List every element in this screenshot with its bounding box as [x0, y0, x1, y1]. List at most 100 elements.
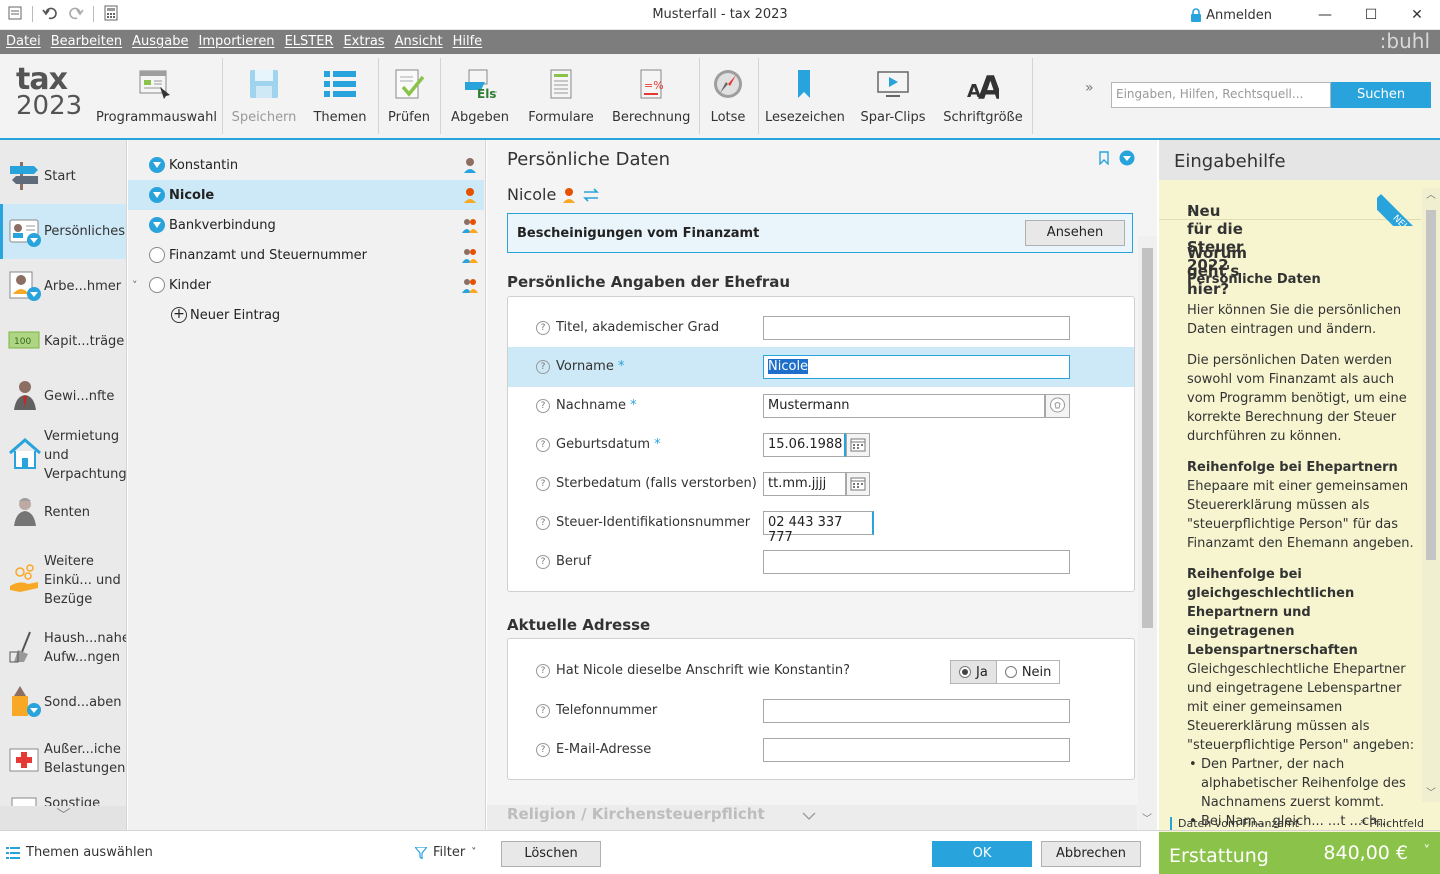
sidebar-scroll-down-icon[interactable]: ﹀ [0, 806, 126, 830]
lotse-button[interactable]: Lotse [704, 54, 752, 138]
abbrechen-button[interactable]: Abbrechen [1041, 841, 1141, 867]
tree-item-kinder[interactable]: ˅ Kinder [128, 270, 484, 300]
titel-input[interactable] [763, 316, 1070, 340]
sidebar-item-start[interactable]: Start [0, 156, 126, 196]
tree-item-nicole[interactable]: Nicole [128, 180, 484, 210]
help-question-icon[interactable]: ? [536, 321, 550, 335]
tree-item-konstantin[interactable]: Konstantin [128, 150, 484, 180]
section-religion-collapsed[interactable]: Religion / Kirchensteuerpflicht [487, 805, 1137, 830]
help-question-icon[interactable]: ? [536, 477, 550, 491]
abgeben-button[interactable]: Elst Abgeben [447, 54, 513, 138]
scrollbar-thumb[interactable] [1426, 210, 1436, 560]
tree-item-finanzamt[interactable]: Finanzamt und Steuernummer [128, 240, 484, 270]
formulare-button[interactable]: Formulare [525, 54, 597, 138]
sidebar-item-persoenliches[interactable]: Persönliches [0, 204, 126, 259]
sidebar-item-weitere-einkuenfte[interactable]: Weitere Einkü... und Bezüge [0, 549, 126, 611]
schriftgroesse-button[interactable]: AA Schriftgröße [941, 54, 1025, 138]
tree-item-neuer-eintrag[interactable]: + Neuer Eintrag [128, 300, 484, 330]
berechnung-button[interactable]: =% Berechnung [612, 54, 690, 138]
help-section-worum[interactable]: ˅ Worum geht's hier? [1159, 222, 1421, 298]
scroll-down-icon[interactable]: ﹀ [1142, 810, 1152, 825]
loeschen-button[interactable]: Löschen [501, 841, 601, 867]
collapse-circle-icon[interactable] [1119, 150, 1135, 166]
sidebar-item-aussergewoehnliche[interactable]: Außer...iche Belastungen [0, 737, 126, 781]
ok-button[interactable]: OK [932, 841, 1032, 867]
chevron-down-icon: ˅ [1423, 844, 1431, 859]
geburtsdatum-calendar-button[interactable] [846, 433, 870, 457]
radio-nein[interactable]: Nein [997, 661, 1060, 683]
login-button[interactable]: Anmelden [1190, 8, 1272, 23]
menu-extras[interactable]: Extras [337, 30, 384, 49]
help-question-icon[interactable]: ? [536, 438, 550, 452]
lesezeichen-button[interactable]: Lesezeichen [765, 54, 845, 138]
help-question-icon[interactable]: ? [536, 664, 550, 678]
formulare-label: Formulare [528, 110, 594, 125]
refund-panel[interactable]: Erstattung 840,00 € ˅ [1159, 832, 1440, 874]
close-button[interactable]: ✕ [1394, 0, 1440, 30]
sidebar-label: Weitere Einkü... und Bezüge [44, 553, 121, 607]
sidebar-item-kapitalertraege[interactable]: 100 Kapit...träge [0, 321, 126, 361]
help-scrollbar[interactable]: ︿ ﹀ [1422, 188, 1440, 802]
help-question-icon[interactable]: ? [536, 399, 550, 413]
sterbedatum-input[interactable]: tt.mm.jjjj [763, 472, 846, 496]
help-question-icon[interactable]: ? [536, 516, 550, 530]
menu-elster[interactable]: ELSTER [279, 30, 334, 49]
retiree-icon [8, 494, 44, 530]
themen-auswaehlen-button[interactable]: Themen auswählen [6, 845, 153, 860]
vorname-input[interactable]: Nicole [763, 355, 1070, 379]
sidebar-item-renten[interactable]: Renten [0, 492, 126, 532]
switch-person-icon[interactable] [582, 187, 600, 202]
menu-ausgabe[interactable]: Ausgabe [126, 30, 188, 49]
pruefen-button[interactable]: Prüfen [383, 54, 435, 138]
sidebar-item-gewinneinkuenfte[interactable]: Gewi...nfte [0, 376, 126, 416]
help-question-icon[interactable]: ? [536, 360, 550, 374]
help-question-icon[interactable]: ? [536, 704, 550, 718]
coins-hand-icon [8, 562, 44, 598]
programmauswahl-button[interactable]: Programmauswahl [96, 54, 217, 138]
name-hint-button[interactable] [1045, 394, 1070, 418]
menu-bearbeiten[interactable]: Bearbeiten [45, 30, 122, 49]
tree-label: Finanzamt und Steuernummer [169, 247, 367, 263]
sidebar-item-vermietung[interactable]: Vermietung und Verpachtung [0, 424, 126, 486]
filter-button[interactable]: Filter ˅ [415, 845, 476, 860]
themen-button[interactable]: Themen [305, 54, 375, 138]
scroll-up-icon[interactable]: ︿ [1426, 186, 1436, 201]
geburtsdatum-input[interactable]: 15.06.1988 [763, 433, 846, 457]
menu-hilfe[interactable]: Hilfe [447, 30, 483, 49]
sterbedatum-calendar-button[interactable] [846, 472, 870, 496]
beruf-input[interactable] [763, 550, 1070, 574]
scroll-down-icon[interactable]: ﹀ [1426, 784, 1436, 799]
expand-icon[interactable] [149, 157, 165, 173]
minimize-button[interactable]: — [1302, 0, 1348, 30]
sidebar-item-haushaltsnahe[interactable]: Haush...nahe Aufw...ngen [0, 626, 126, 670]
menu-ansicht[interactable]: Ansicht [389, 30, 443, 49]
tree-item-bankverbindung[interactable]: Bankverbindung [128, 210, 484, 240]
bookmark-icon[interactable] [1099, 151, 1109, 165]
expand-icon[interactable] [149, 217, 165, 233]
scrollbar-thumb[interactable] [1142, 248, 1153, 628]
toolbar-overflow-icon[interactable]: » [1085, 80, 1094, 96]
sidebar-item-arbeitnehmer[interactable]: Arbe...hmer [0, 266, 126, 306]
menu-datei[interactable]: Datei [0, 30, 41, 49]
form-scrollbar[interactable]: ﹀ [1138, 236, 1157, 830]
radio-ja[interactable]: Ja [951, 661, 997, 683]
view-certificates-button[interactable]: Ansehen [1025, 220, 1125, 246]
search-button[interactable]: Suchen [1331, 82, 1431, 108]
chevron-down-icon[interactable]: ˅ [132, 279, 138, 292]
sparclips-button[interactable]: Spar-Clips [857, 54, 929, 138]
steuerid-input[interactable]: 02 443 337 777 [763, 511, 874, 545]
telefon-input[interactable] [763, 699, 1070, 723]
field-label: Beruf [556, 554, 592, 569]
search-input[interactable]: Eingaben, Hilfen, Rechtsquell... [1111, 82, 1331, 108]
chevron-down-icon [802, 812, 816, 820]
help-question-icon[interactable]: ? [536, 743, 550, 757]
expand-icon[interactable] [149, 187, 165, 203]
maximize-button[interactable]: ☐ [1348, 0, 1394, 30]
svg-text:A: A [978, 69, 999, 101]
menu-importieren[interactable]: Importieren [193, 30, 275, 49]
help-question-icon[interactable]: ? [536, 555, 550, 569]
nachname-input[interactable]: Mustermann [763, 394, 1045, 418]
speichern-button[interactable]: Speichern [230, 54, 298, 138]
sidebar-item-sonderausgaben[interactable]: Sond...aben [0, 682, 126, 722]
email-input[interactable] [763, 738, 1070, 762]
